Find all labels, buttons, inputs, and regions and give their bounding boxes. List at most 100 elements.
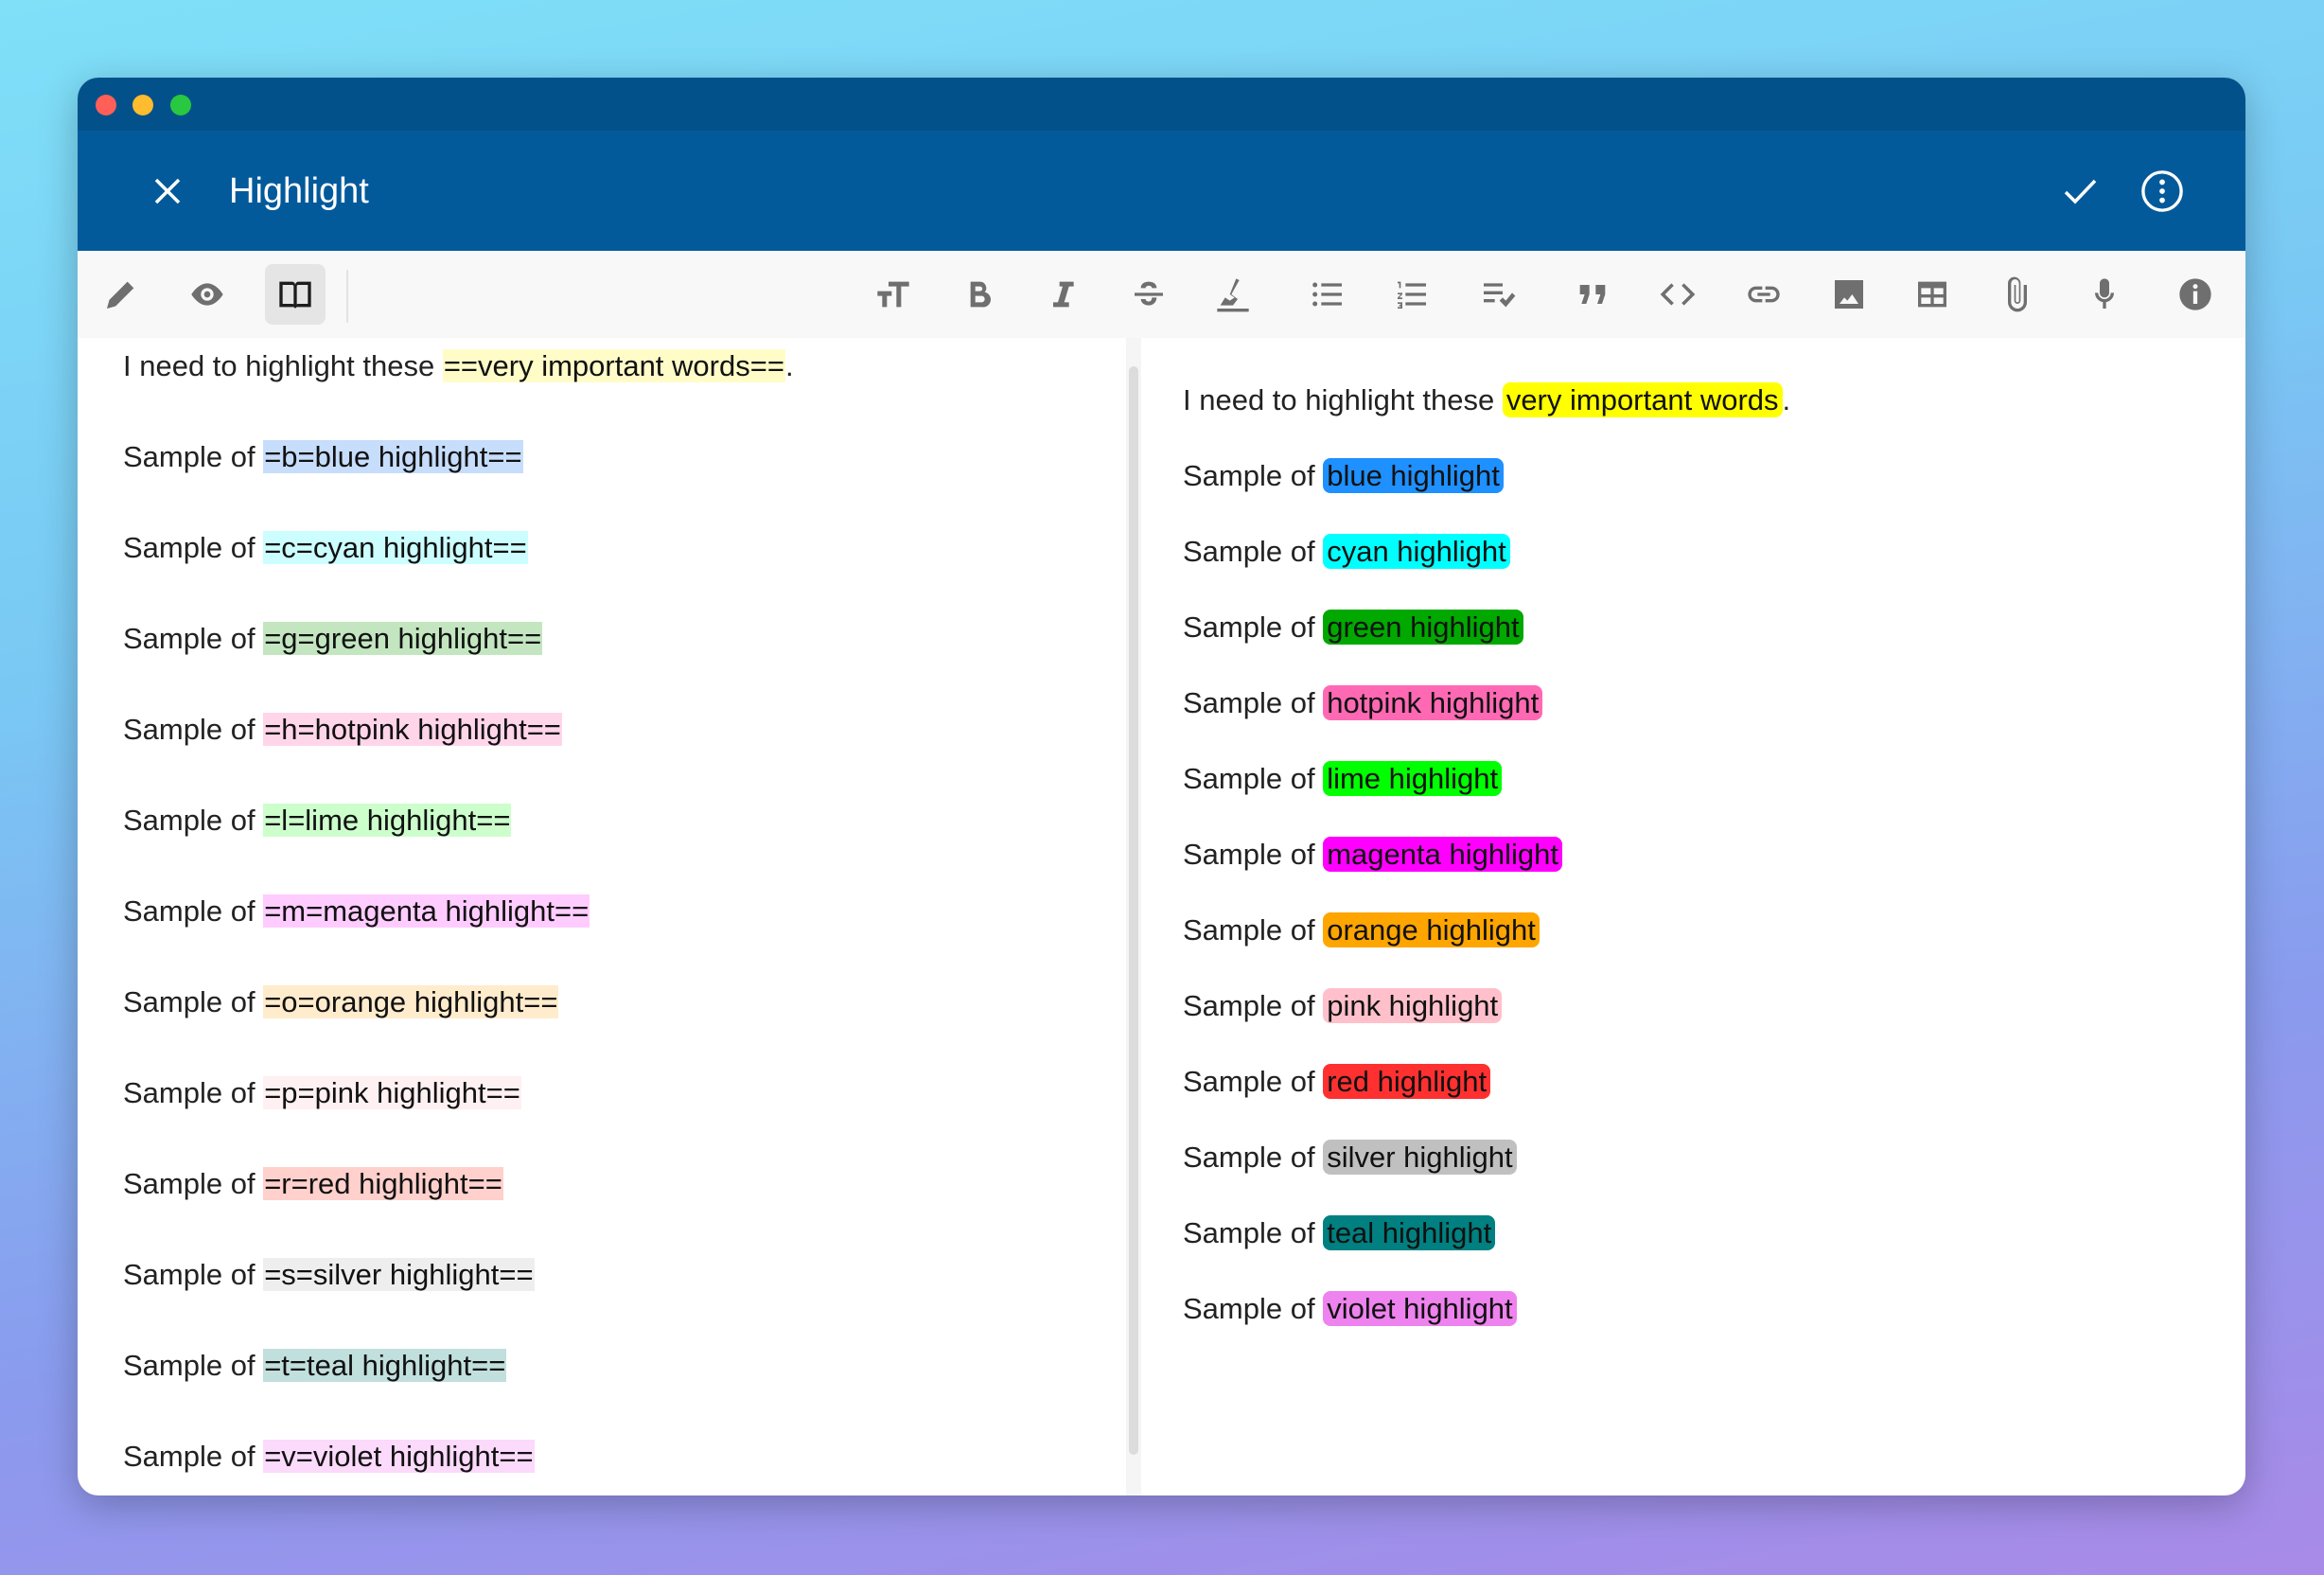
minimize-window-button[interactable]: [132, 95, 153, 115]
preview-line-text: I need to highlight these: [1183, 383, 1503, 416]
preview-line-text: Sample of: [1183, 1141, 1324, 1174]
attachment-button[interactable]: [1987, 264, 2048, 325]
table-button[interactable]: [1902, 264, 1963, 325]
preview-line: Sample of green highlight: [1183, 607, 1523, 648]
editor-line-text: I need to highlight these: [123, 349, 443, 382]
editor-line[interactable]: Sample of =r=red highlight==: [123, 1163, 503, 1205]
reading-mode-button[interactable]: [265, 264, 326, 325]
attachment-icon: [2008, 276, 2027, 312]
eye-icon: [191, 283, 223, 306]
bullet-list-icon: [1312, 282, 1342, 307]
editor-line[interactable]: Sample of =b=blue highlight==: [123, 436, 523, 478]
microphone-icon: [2095, 278, 2114, 309]
italic-button[interactable]: [1032, 264, 1093, 325]
editor-line-suffix: .: [784, 349, 794, 382]
editor-line[interactable]: Sample of =l=lime highlight==: [123, 800, 512, 841]
highlighted-text: magenta highlight: [1323, 837, 1562, 872]
highlight-button[interactable]: [1203, 264, 1263, 325]
editor-line-text: Sample of: [123, 1440, 264, 1473]
pencil-icon: [107, 281, 134, 309]
editor-line[interactable]: Sample of =t=teal highlight==: [123, 1345, 507, 1387]
numbered-list-button[interactable]: [1382, 264, 1442, 325]
page-title: Highlight: [229, 171, 369, 211]
editor-line-text: Sample of: [123, 713, 264, 746]
editor-line[interactable]: Sample of =m=magenta highlight==: [123, 891, 590, 932]
preview-line-text: Sample of: [1183, 686, 1324, 719]
editor-line[interactable]: I need to highlight these ==very importa…: [123, 345, 794, 387]
preview-mode-button[interactable]: [177, 264, 238, 325]
editor-line-text: Sample of: [123, 1167, 264, 1200]
more-vertical-circle-icon[interactable]: [2140, 169, 2184, 213]
edit-mode-button[interactable]: [91, 264, 151, 325]
preview-line: Sample of lime highlight: [1183, 758, 1503, 800]
highlighted-text: orange highlight: [1323, 912, 1540, 947]
preview-line-text: Sample of: [1183, 762, 1324, 795]
bold-button[interactable]: [948, 264, 1009, 325]
preview-line: Sample of violet highlight: [1183, 1288, 1517, 1330]
editor-line[interactable]: Sample of =s=silver highlight==: [123, 1254, 535, 1296]
toolbar: [78, 251, 2245, 338]
editor-window: Highlight I need to highlight these ==ve…: [78, 78, 2245, 1495]
quote-button[interactable]: [1562, 264, 1623, 325]
highlighted-text: very important words: [1502, 382, 1783, 417]
scrollbar-thumb[interactable]: [1129, 366, 1138, 1455]
highlighted-text: =m=magenta highlight==: [263, 894, 590, 928]
check-icon[interactable]: [2058, 169, 2102, 213]
editor-line-text: Sample of: [123, 440, 264, 473]
text-size-button[interactable]: [863, 264, 924, 325]
highlighted-text: green highlight: [1323, 610, 1523, 645]
editor-line[interactable]: Sample of =v=violet highlight==: [123, 1436, 535, 1478]
preview-line: Sample of red highlight: [1183, 1061, 1491, 1103]
editor-line-text: Sample of: [123, 622, 264, 655]
editor-line[interactable]: Sample of =c=cyan highlight==: [123, 527, 528, 569]
preview-line: Sample of pink highlight: [1183, 985, 1503, 1027]
preview-line-text: Sample of: [1183, 913, 1324, 947]
close-window-button[interactable]: [96, 95, 116, 115]
bullet-list-button[interactable]: [1297, 264, 1358, 325]
editor-line[interactable]: Sample of =o=orange highlight==: [123, 982, 559, 1023]
info-button[interactable]: [2165, 264, 2226, 325]
highlighted-text: =s=silver highlight==: [263, 1258, 535, 1291]
editor-line-text: Sample of: [123, 1349, 264, 1382]
image-icon: [1835, 280, 1863, 309]
highlighted-text: =p=pink highlight==: [263, 1076, 521, 1109]
title-bar: [78, 78, 2245, 131]
table-icon: [1918, 281, 1946, 308]
highlighted-text: pink highlight: [1323, 988, 1503, 1023]
highlighter-icon: [1217, 278, 1249, 312]
highlighted-text: =o=orange highlight==: [263, 985, 559, 1018]
app-header: Highlight: [78, 131, 2245, 251]
checklist-icon: [1484, 283, 1516, 308]
numbered-list-icon: [1398, 281, 1426, 309]
italic-icon: [1053, 281, 1074, 308]
preview-line-text: Sample of: [1183, 611, 1324, 644]
highlighted-text: lime highlight: [1323, 761, 1503, 796]
book-icon: [279, 281, 311, 309]
highlighted-text: =c=cyan highlight==: [263, 531, 528, 564]
link-icon: [1748, 286, 1780, 303]
info-icon: [2179, 278, 2211, 310]
preview-line: Sample of silver highlight: [1183, 1137, 1517, 1178]
close-icon[interactable]: [146, 169, 189, 213]
code-button[interactable]: [1647, 264, 1708, 325]
editor-line[interactable]: Sample of =p=pink highlight==: [123, 1072, 521, 1114]
preview-line: Sample of cyan highlight: [1183, 531, 1510, 573]
strikethrough-button[interactable]: [1118, 264, 1179, 325]
preview-line: Sample of magenta highlight: [1183, 834, 1562, 876]
highlighted-text: =t=teal highlight==: [263, 1349, 507, 1382]
preview-line: Sample of teal highlight: [1183, 1212, 1496, 1254]
zoom-window-button[interactable]: [170, 95, 191, 115]
highlighted-text: ==very important words==: [442, 349, 785, 382]
editor-line-text: Sample of: [123, 1076, 264, 1109]
preview-line-suffix: .: [1782, 383, 1791, 416]
editor-line[interactable]: Sample of =g=green highlight==: [123, 618, 543, 660]
preview-line: Sample of hotpink highlight: [1183, 682, 1543, 724]
editor-line[interactable]: Sample of =h=hotpink highlight==: [123, 709, 562, 751]
checklist-button[interactable]: [1468, 264, 1528, 325]
quote-icon: [1579, 285, 1606, 304]
link-button[interactable]: [1734, 264, 1794, 325]
microphone-button[interactable]: [2074, 264, 2135, 325]
highlighted-text: hotpink highlight: [1323, 685, 1543, 720]
scrollbar[interactable]: [1126, 338, 1141, 1495]
image-button[interactable]: [1819, 264, 1879, 325]
